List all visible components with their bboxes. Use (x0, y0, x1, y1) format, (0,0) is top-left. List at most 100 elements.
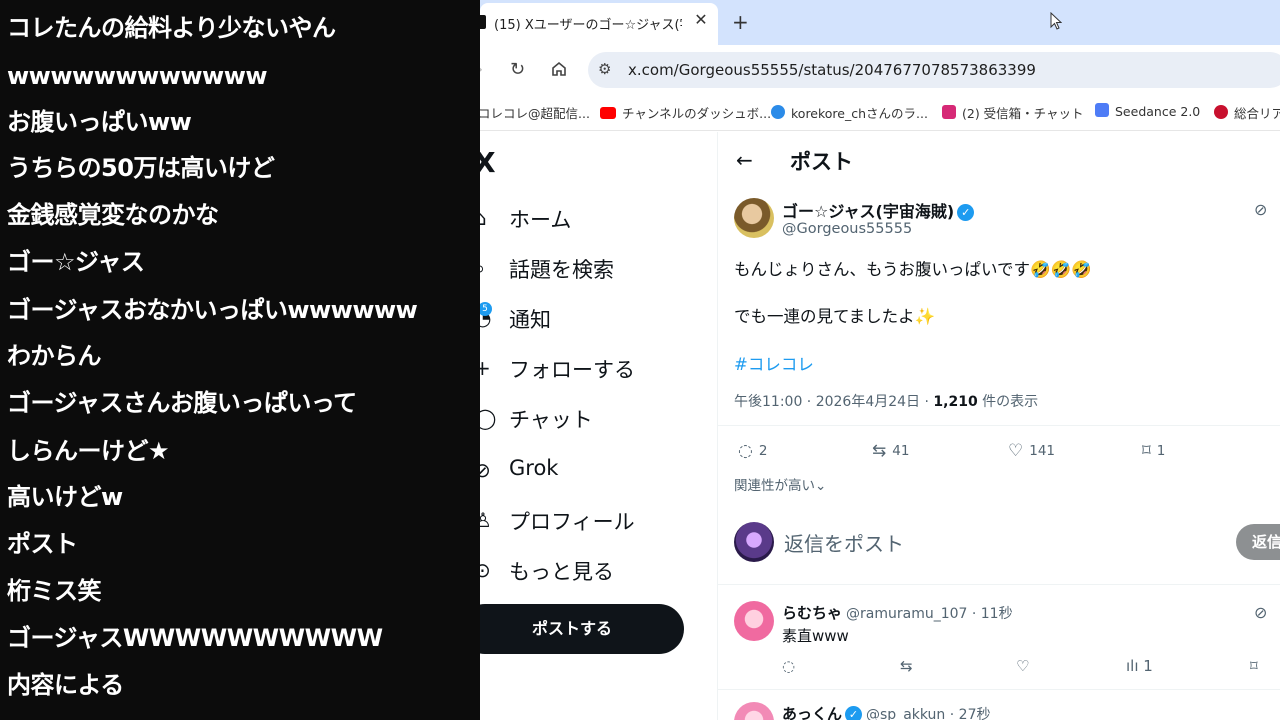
grok-icon[interactable]: ⊘ (1254, 603, 1267, 622)
bookmark-item[interactable]: (2) 受信箱・チャット (942, 103, 1084, 122)
post-text-line: でも一連の見てましたよ✨ (734, 307, 936, 326)
nav-grok[interactable]: ⊘ Grok (480, 450, 710, 490)
author-name[interactable]: ゴー☆ジャス(宇宙海賊) ✓ (782, 198, 975, 222)
author-handle[interactable]: @Gorgeous55555 (782, 221, 912, 237)
grok-icon: ⊘ (480, 458, 491, 482)
nav-label: ホーム (509, 208, 572, 232)
x-page: X ⌂ ホーム ⌕ 話題を検索 ◔ 5 通知 + フォローする (480, 132, 1280, 720)
x-logo-icon[interactable]: X (480, 146, 496, 179)
nav-explore[interactable]: ⌕ 話題を検索 (480, 248, 710, 288)
bookmark-item[interactable]: コレコレ@超配信... (480, 103, 590, 122)
post-detail-column: ← ポスト ゴー☆ジャス(宇宙海賊) ✓ @Gorgeous55555 ⊘ もんじ… (718, 132, 1280, 720)
tab-title: (15) Xユーザーのゴー☆ジャス(宇宙海 (494, 18, 682, 33)
nav-chat[interactable]: ◯ チャット (480, 398, 710, 438)
user-avatar (734, 522, 774, 562)
x-sidebar-nav: X ⌂ ホーム ⌕ 話題を検索 ◔ 5 通知 + フォローする (480, 132, 718, 720)
reply-button[interactable]: 返信 (1236, 524, 1280, 560)
repost-icon: ⇆ (872, 441, 887, 461)
chat-message: ゴージャスおなかいっぱいwwwwww (7, 296, 418, 324)
post-button[interactable]: ポストする (480, 604, 684, 654)
reply-avatar[interactable] (734, 601, 774, 641)
chat-message: わからん (7, 342, 102, 370)
chat-message: ゴージャスさんお腹いっぱいって (7, 389, 357, 417)
chat-message: お腹いっぱいww (7, 108, 192, 136)
crown-icon (1214, 105, 1228, 119)
reload-icon[interactable]: ↻ (510, 59, 525, 80)
nav-more[interactable]: ⊙ もっと見る (480, 550, 710, 590)
url-text: x.com/Gorgeous55555/status/2047677078573… (628, 61, 1036, 79)
bookmark-item[interactable]: 総合リア (1214, 103, 1280, 122)
tab-active[interactable]: (15) Xユーザーのゴー☆ジャス(宇宙海 ✕ (480, 3, 718, 45)
nav-label: もっと見る (509, 560, 614, 584)
bookmark-item[interactable]: Seedance 2.0 (1095, 103, 1200, 119)
chat-message: 桁ミス笑 (7, 577, 102, 605)
nav-label: 通知 (509, 308, 551, 332)
nav-label: Grok (509, 456, 559, 480)
nav-label: プロフィール (509, 510, 635, 534)
stream-icon (771, 105, 785, 119)
add-user-icon: + (480, 356, 491, 380)
reply-input[interactable]: 返信をポスト (784, 528, 904, 557)
bookmark-item[interactable]: korekore_chさんのラ... (771, 103, 928, 122)
chat-message: 内容による (7, 671, 124, 699)
tab-close-icon[interactable]: ✕ (692, 11, 710, 29)
post-text-line: もんじょりさん、もうお腹いっぱいです🤣🤣🤣 (734, 260, 1092, 279)
site-info-icon[interactable]: ⚙ (598, 60, 611, 78)
browser-window: (15) Xユーザーのゴー☆ジャス(宇宙海 ✕ + › ↻ ⚙ x.com/Go… (480, 0, 1280, 720)
chat-message: 高いけどw (7, 483, 123, 511)
nav-home[interactable]: ⌂ ホーム (480, 198, 710, 238)
page-title: ポスト (790, 150, 853, 174)
heart-icon[interactable]: ♡ (1016, 657, 1029, 675)
heart-icon: ♡ (1008, 441, 1024, 461)
home-icon[interactable] (551, 61, 567, 77)
chat-message: うちらの50万は高いけど (7, 154, 275, 182)
chat-message: 金銭感覚変なのかな (7, 201, 219, 229)
repost-stat[interactable]: ⇆ 41 (872, 441, 909, 461)
live-chat-overlay: コレたんの給料より少ないやん wwwwwwwwwwww お腹いっぱいww うちら… (0, 0, 480, 720)
verified-badge-icon: ✓ (957, 204, 975, 221)
hashtag-link[interactable]: #コレコレ (734, 351, 814, 375)
like-stat[interactable]: ♡ 141 (1008, 441, 1055, 461)
views-stat[interactable]: ılı 1 (1126, 657, 1153, 675)
bookmark-item[interactable]: チャンネルのダッシュボ... (600, 103, 771, 122)
reply-icon[interactable]: ◌ (782, 657, 795, 675)
nav-label: チャット (509, 408, 593, 432)
chat-message: ゴー☆ジャス (7, 248, 145, 276)
divider (718, 689, 1280, 690)
back-arrow-icon[interactable]: ← (736, 148, 753, 172)
home-icon: ⌂ (480, 206, 487, 230)
bookmark-icon[interactable]: ⌑ (1250, 657, 1258, 675)
views-icon: ılı (1126, 657, 1139, 675)
reply-author[interactable]: らむちゃ @ramuramu_107 · 11秒 (782, 602, 1013, 623)
chat-message: コレたんの給料より少ないやん (7, 14, 336, 42)
grok-icon[interactable]: ⊘ (1254, 200, 1267, 219)
reply-avatar[interactable] (734, 702, 774, 720)
forward-icon[interactable]: › (480, 59, 483, 80)
relevance-sort[interactable]: 関連性が高い⌄ (734, 474, 826, 494)
screen: コレたんの給料より少ないやん wwwwwwwwwwww お腹いっぱいww うちら… (0, 0, 1280, 720)
author-avatar[interactable] (734, 198, 774, 238)
chat-message: ポスト (7, 530, 78, 558)
profile-icon: ♙ (480, 508, 492, 532)
bookmark-stat[interactable]: ⌑ 1 (1142, 441, 1165, 461)
reply-stat[interactable]: ◌ 2 (738, 441, 767, 461)
nav-notifications[interactable]: ◔ 5 通知 (480, 298, 710, 338)
more-icon: ⊙ (480, 558, 491, 582)
nav-follow[interactable]: + フォローする (480, 348, 710, 388)
reply-author[interactable]: あっくん ✓ @sp_akkun · 27秒 (782, 703, 990, 720)
address-bar[interactable]: ⚙ x.com/Gorgeous55555/status/20476770785… (588, 52, 1280, 88)
nav-label: フォローする (509, 358, 635, 382)
divider (718, 425, 1280, 426)
x-favicon-icon (480, 15, 486, 29)
mouse-cursor-icon (1050, 12, 1062, 30)
search-icon: ⌕ (480, 256, 485, 280)
divider (718, 584, 1280, 585)
nav-label: 話題を検索 (509, 258, 614, 282)
youtube-icon (600, 107, 616, 119)
reply-text: 素直www (782, 627, 849, 645)
repost-icon[interactable]: ⇆ (900, 657, 913, 675)
seedance-icon (1095, 103, 1109, 117)
nav-profile[interactable]: ♙ プロフィール (480, 500, 710, 540)
instagram-icon (942, 105, 956, 119)
new-tab-button[interactable]: + (732, 10, 749, 34)
